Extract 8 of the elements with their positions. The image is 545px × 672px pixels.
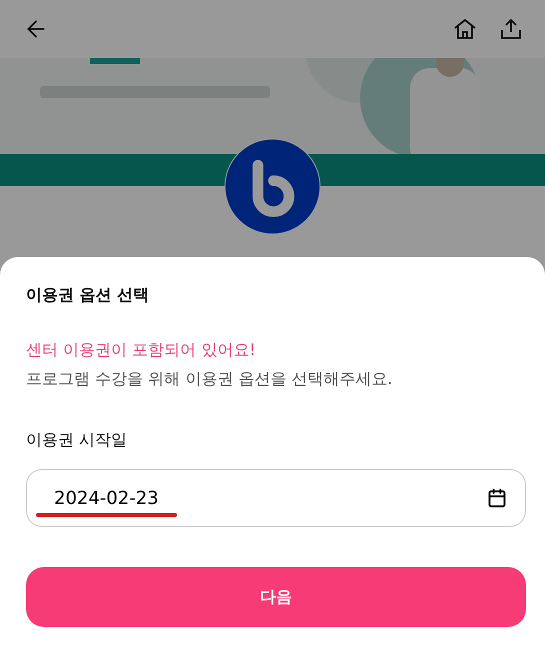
next-button[interactable]: 다음 [26,567,526,627]
logo-icon [224,138,321,235]
calendar-icon[interactable] [487,488,507,508]
notice-text: 센터 이용권이 포함되어 있어요! [26,340,257,361]
sheet-title: 이용권 옵션 선택 [26,285,150,306]
field-label: 이용권 시작일 [26,430,128,451]
description-text: 프로그램 수강을 위해 이용권 옵션을 선택해주세요. [26,369,394,390]
date-field[interactable]: 2024-02-23 [26,469,526,527]
